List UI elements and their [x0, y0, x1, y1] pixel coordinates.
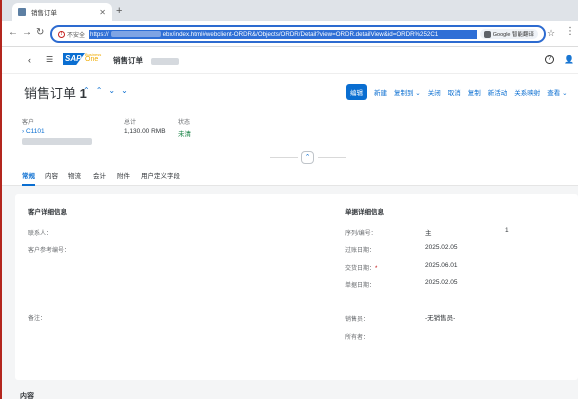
tab-general[interactable]: 常规 — [22, 170, 35, 186]
tab-close-icon[interactable]: ✕ — [99, 8, 106, 17]
new-button[interactable]: 新建 — [374, 87, 387, 97]
customer-label: 客户 — [22, 120, 35, 126]
general-panel: 客户详细信息 联系人： 客户参考编号： 备注： 单据详细信息 序列/编号： 主 … — [15, 194, 578, 380]
new-activity-button[interactable]: 新活动 — [488, 87, 508, 97]
browser-tab[interactable]: 销售订单 ✕ — [12, 3, 112, 21]
document-details-title: 单据详细信息 — [345, 209, 384, 216]
cancel-button[interactable]: 取消 — [448, 87, 461, 97]
close-button[interactable]: 关闭 — [428, 87, 441, 97]
menu-list-icon[interactable]: ☰ — [46, 55, 53, 64]
help-icon[interactable]: ? — [545, 55, 554, 64]
document-date-label: 单据日期： — [345, 283, 376, 289]
translate-button[interactable]: Google 智能翻译 — [479, 29, 538, 39]
series-value: 主 — [425, 230, 432, 237]
warning-icon: ! — [58, 30, 65, 38]
url-redacted — [110, 30, 161, 37]
shell-title: 销售订单 — [113, 55, 180, 66]
customer-link[interactable]: › C1101 — [22, 128, 45, 135]
doc-number-value: 1 — [505, 227, 509, 234]
edit-button[interactable]: 编辑 — [346, 84, 367, 100]
header-actions: 编辑 新建 复制到 ⌄ 关闭 取消 复制 新活动 关系映射 查看 ⌄ — [346, 84, 575, 100]
posting-date-value: 2025.02.05 — [425, 244, 458, 251]
collapse-header-button[interactable]: ⌃ — [301, 151, 314, 164]
customer-details-title: 客户详细信息 — [28, 209, 67, 216]
record-nav-arrows[interactable]: ⌃⌃⌄⌄ — [83, 86, 134, 95]
remarks-label: 备注： — [28, 316, 47, 322]
page-title: 销售订单 1 — [24, 86, 87, 101]
back-icon[interactable]: ‹ — [28, 55, 31, 65]
sap-logo-text: SAP — [65, 54, 82, 63]
page-background — [0, 380, 578, 399]
divider — [318, 157, 346, 158]
object-header: 销售订单 1 ⌃⌃⌄⌄ 编辑 新建 复制到 ⌄ 关闭 取消 复制 新活动 关系映… — [0, 73, 578, 167]
sap-shell-bar: ‹ ☰ SAP Business One 销售订单 ? 👤 — [0, 47, 578, 73]
redacted-block — [151, 57, 180, 65]
tab-user-defined-fields[interactable]: 用户定义字段 — [141, 170, 180, 180]
tab-title: 销售订单 — [31, 10, 57, 17]
redacted-customer-name — [22, 138, 92, 145]
duplicate-button[interactable]: 复制 — [468, 87, 481, 97]
user-icon[interactable]: 👤 — [564, 55, 574, 64]
tab-logistics[interactable]: 物流 — [68, 170, 81, 180]
contents-section-title: 内容 — [20, 393, 34, 399]
tab-contents[interactable]: 内容 — [45, 170, 58, 180]
tab-favicon-icon — [18, 8, 26, 16]
copy-to-button[interactable]: 复制到 ⌄ — [394, 87, 421, 97]
document-date-value: 2025.02.05 — [425, 279, 458, 286]
posting-date-label: 过账日期： — [345, 248, 376, 254]
address-bar[interactable]: ! 不安全 https://ebx/index.html#webclient-O… — [50, 25, 546, 43]
forward-arrow-icon[interactable]: → — [22, 27, 32, 38]
customer-ref-label: 客户参考编号： — [28, 248, 71, 254]
business-one-label: Business One — [85, 52, 102, 63]
browser-toolbar: ← → ↻ ! 不安全 https://ebx/index.html#webcl… — [0, 21, 578, 47]
status-value: 未清 — [178, 131, 191, 138]
window-edge-accent — [0, 0, 2, 399]
translate-icon — [483, 30, 491, 38]
section-tabs: 常规 内容 物流 会计 附件 用户定义字段 — [0, 167, 578, 186]
insecure-label: 不安全 — [67, 32, 86, 39]
browser-menu-icon[interactable]: ⋮ — [565, 26, 575, 37]
delivery-date-value: 2025.06.01 — [425, 262, 458, 269]
url-text[interactable]: https://ebx/index.html#webclient-ORDR&/O… — [89, 29, 477, 39]
new-tab-button[interactable]: + — [116, 5, 122, 17]
reload-icon[interactable]: ↻ — [36, 27, 44, 38]
delivery-date-label: 交货日期：* — [345, 266, 378, 272]
tab-accounting[interactable]: 会计 — [93, 170, 106, 180]
relationship-map-button[interactable]: 关系映射 — [514, 87, 540, 97]
back-arrow-icon[interactable]: ← — [8, 27, 18, 38]
total-value: 1,130.00 RMB — [124, 128, 166, 135]
browser-tab-strip: 销售订单 ✕ + — [0, 0, 578, 21]
owner-label: 所有者： — [345, 335, 370, 341]
contact-label: 联系人： — [28, 231, 53, 237]
view-menu-button[interactable]: 查看 ⌄ — [547, 87, 567, 97]
series-label: 序列/编号： — [345, 231, 377, 237]
total-label: 总计 — [124, 120, 137, 126]
bookmark-star-icon[interactable]: ☆ — [547, 28, 555, 39]
status-label: 状态 — [178, 120, 191, 126]
security-indicator[interactable]: ! 不安全 — [58, 30, 85, 39]
tab-attachments[interactable]: 附件 — [117, 170, 130, 180]
sales-employee-value: -无销售员- — [425, 315, 456, 322]
divider — [270, 157, 298, 158]
sales-employee-label: 销售员： — [345, 317, 370, 323]
